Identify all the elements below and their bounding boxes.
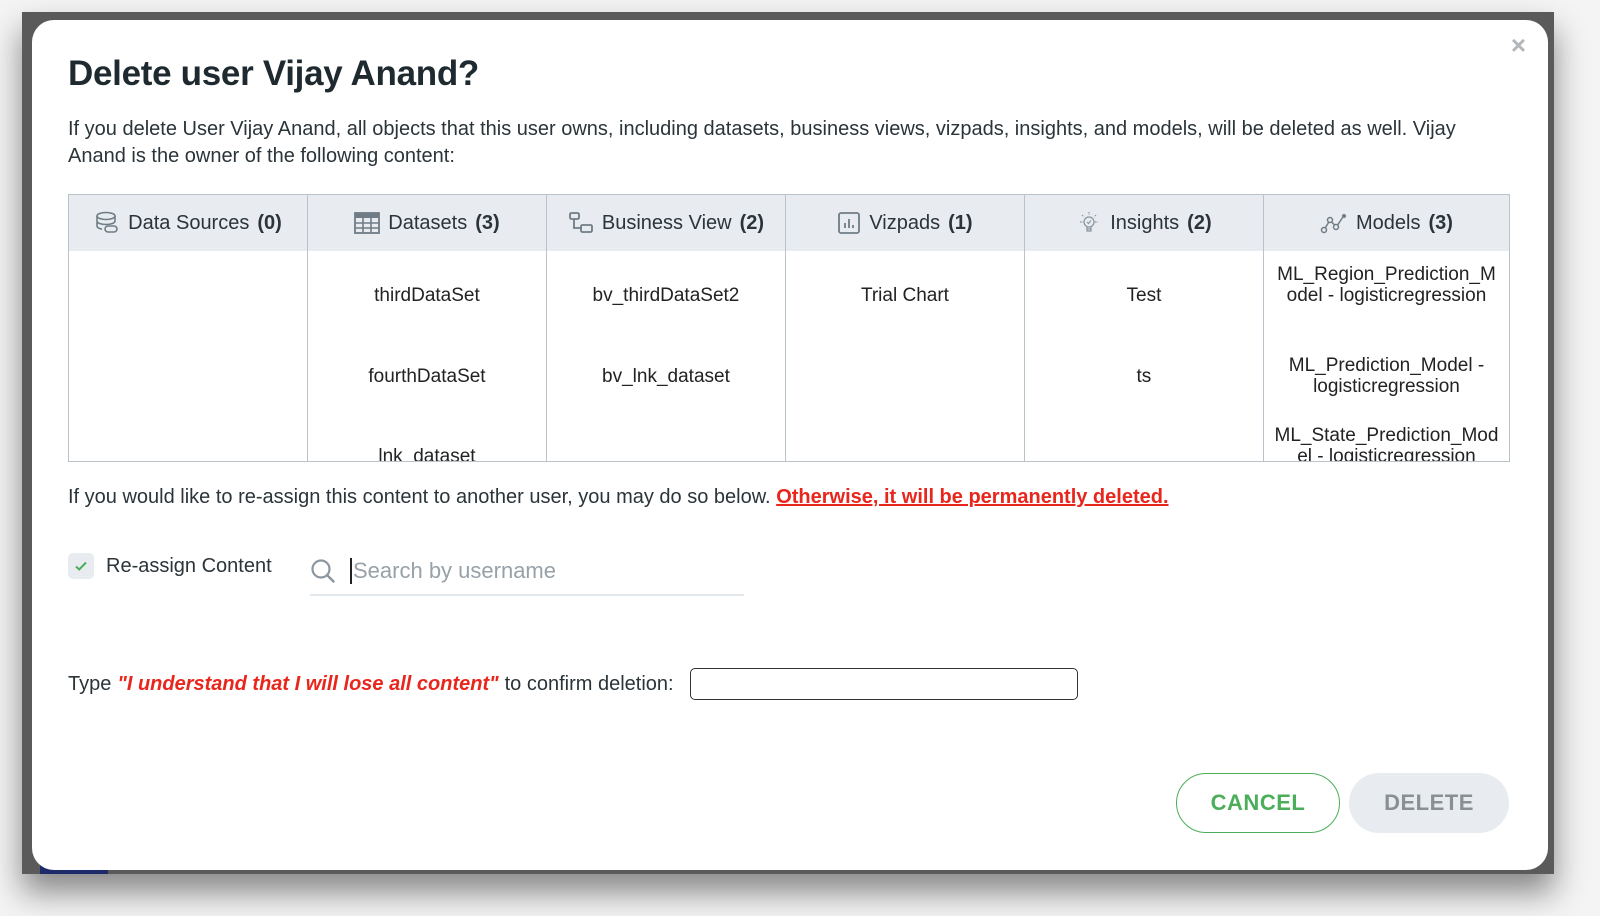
column-count: (1) — [948, 211, 973, 234]
column-header: Models (3) — [1263, 195, 1509, 251]
list-item: fourthDataSet — [368, 366, 486, 387]
business-view-icon — [568, 212, 593, 233]
column-header: Vizpads (1) — [785, 195, 1024, 251]
column-label: Datasets — [388, 211, 468, 234]
bar-chart-icon — [838, 212, 861, 234]
column-insights: Insights (2) Test ts — [1024, 195, 1264, 461]
reassign-notice: If you would like to re-assign this cont… — [68, 486, 1169, 509]
username-search — [310, 548, 744, 596]
column-datasets: Datasets (3) thirdDataSet fourthDataSet … — [307, 195, 547, 461]
column-label: Data Sources — [128, 211, 250, 234]
column-count: (3) — [1428, 211, 1453, 234]
column-models: Models (3) ML_Region_Prediction_Model - … — [1263, 195, 1509, 461]
cancel-button[interactable]: CANCEL — [1176, 773, 1340, 833]
list-item: ML_Region_Prediction_Model - logisticreg… — [1277, 264, 1496, 306]
column-label: Models — [1356, 211, 1421, 234]
model-graph-icon — [1320, 214, 1346, 234]
column-count: (2) — [739, 211, 765, 234]
list-item: Trial Chart — [860, 285, 949, 306]
permanent-deletion-warning-link[interactable]: Otherwise, it will be permanently delete… — [776, 486, 1168, 508]
list-item: ML_State_Prediction_Model - logisticregr… — [1274, 425, 1499, 461]
owned-content-table: Data Sources (0) Datasets (3) thirdDataS… — [68, 194, 1510, 462]
confirm-phrase: "I understand that I will lose all conte… — [117, 672, 499, 695]
list-item: Test — [1126, 285, 1162, 306]
column-label: Business View — [601, 211, 732, 234]
reassign-content-checkbox-row[interactable]: Re-assign Content — [68, 553, 272, 579]
column-header: Business View (2) — [546, 195, 785, 251]
confirm-deletion-row: Type "I understand that I will lose all … — [68, 668, 1078, 700]
list-item: thirdDataSet — [374, 285, 480, 306]
list-item: bv_thirdDataSet2 — [592, 285, 740, 306]
column-header: Insights (2) — [1024, 195, 1263, 251]
column-label: Vizpads — [869, 211, 941, 234]
column-count: (2) — [1187, 211, 1212, 234]
confirm-prefix: Type — [68, 672, 112, 695]
column-label: Insights — [1110, 211, 1180, 234]
reassign-content-checkbox[interactable] — [68, 553, 94, 579]
column-header: Datasets (3) — [307, 195, 546, 251]
column-vizpads: Vizpads (1) Trial Chart — [785, 195, 1025, 461]
list-item: ts — [1136, 366, 1152, 387]
lightbulb-icon — [1080, 212, 1099, 232]
confirm-suffix: to confirm deletion: — [504, 672, 674, 695]
column-header: Data Sources (0) — [69, 195, 307, 251]
reassign-content-label: Re-assign Content — [106, 554, 272, 577]
list-item: ML_Prediction_Model - logisticregression — [1288, 355, 1485, 397]
search-icon — [311, 559, 335, 583]
confirm-deletion-input[interactable] — [689, 668, 1078, 700]
data-source-icon — [96, 211, 118, 233]
username-search-input[interactable] — [350, 558, 720, 584]
list-item: lnk_dataset — [378, 446, 476, 461]
delete-button[interactable]: DELETE — [1349, 773, 1509, 833]
table-grid-icon — [354, 212, 381, 234]
column-count: (0) — [257, 211, 282, 234]
column-business-view: Business View (2) bv_thirdDataSet2 bv_ln… — [546, 195, 786, 461]
list-item: bv_lnk_dataset — [602, 366, 730, 387]
delete-user-dialog: × Delete user Vijay Anand? If you delete… — [32, 20, 1548, 870]
column-count: (3) — [475, 211, 500, 234]
checkmark-icon — [75, 561, 87, 571]
column-data-sources: Data Sources (0) — [69, 195, 308, 461]
dialog-title: Delete user Vijay Anand? — [68, 54, 480, 93]
dialog-description: If you delete User Vijay Anand, all obje… — [68, 118, 1456, 167]
close-icon[interactable]: × — [1511, 32, 1526, 58]
reassign-notice-text: If you would like to re-assign this cont… — [68, 486, 777, 508]
